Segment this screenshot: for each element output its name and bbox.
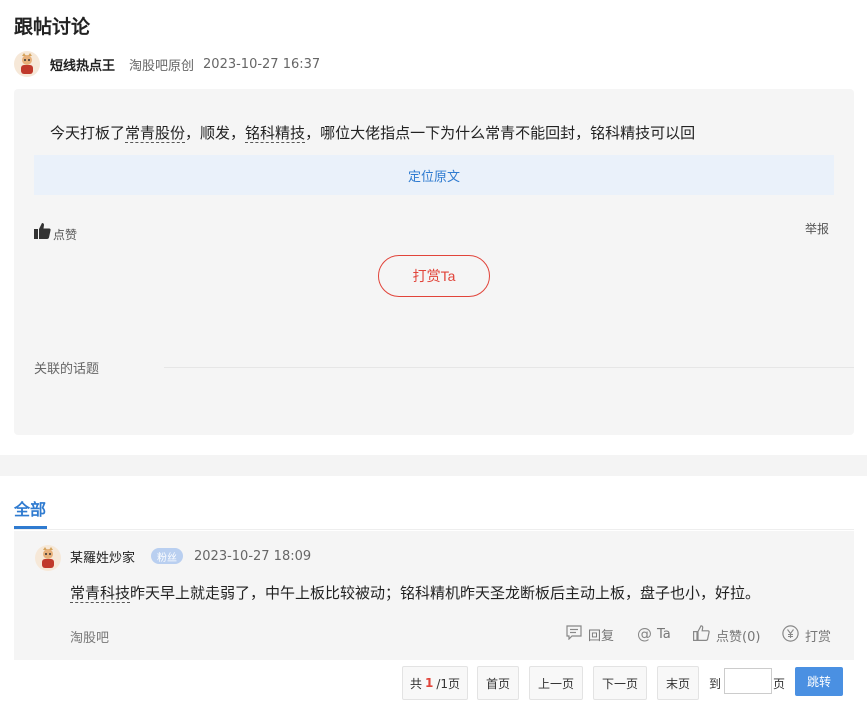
post-author-row: 短线热点王 淘股吧原创 2023-10-27 16:37	[14, 50, 320, 78]
comment-reward-button[interactable]: 打赏	[782, 625, 831, 646]
post-time: 2023-10-27 16:37	[203, 56, 321, 72]
comment-card: 某羅姓炒家 粉丝 2023-10-27 18:09 常青科技昨天早上就走弱了，中…	[14, 531, 854, 660]
stock-link[interactable]: 铭科精技	[245, 124, 306, 143]
comment-author-name[interactable]: 某羅姓炒家	[70, 547, 135, 566]
reply-button[interactable]: 回复	[566, 625, 614, 644]
post-author-name[interactable]: 短线热点王	[50, 55, 115, 74]
at-button[interactable]: @ Ta	[637, 625, 671, 643]
reward-button[interactable]: 打赏Ta	[378, 255, 490, 297]
page-total: 共 1/1页	[402, 666, 468, 700]
last-page-button[interactable]: 末页	[657, 666, 699, 700]
at-label: Ta	[657, 626, 671, 642]
divider	[164, 367, 854, 368]
comment-like-button[interactable]: 点赞(0)	[693, 625, 760, 645]
cartoon-avatar-icon[interactable]	[14, 51, 40, 77]
post-text: 今天打板了常青股份，顺发，铭科精技，哪位大佬指点一下为什么常青不能回封，铭科精技…	[50, 122, 695, 143]
page-total-prefix: 共	[409, 676, 422, 691]
post-text-part: ，哪位大佬指点一下为什么常青不能回封，铭科精技可以回	[305, 124, 696, 142]
comment-icon	[566, 625, 588, 644]
page-total-suffix: /1页	[436, 676, 461, 691]
thumbs-up-icon	[34, 223, 51, 243]
reply-label: 回复	[588, 629, 615, 644]
comment-text: 常青科技昨天早上就走弱了，中午上板比较被动；铭科精机昨天圣龙断板后主动上板，盘子…	[70, 582, 760, 603]
comment-reward-label: 打赏	[805, 630, 832, 645]
jump-button[interactable]: 跳转	[795, 667, 843, 696]
page-title: 跟帖讨论	[14, 16, 91, 38]
current-page: 1	[424, 676, 434, 690]
post-card: 今天打板了常青股份，顺发，铭科精技，哪位大佬指点一下为什么常青不能回封，铭科精技…	[14, 89, 854, 435]
at-icon: @	[637, 625, 652, 643]
locate-original-button[interactable]: 定位原文	[34, 155, 834, 195]
thumbs-up-icon	[693, 625, 716, 645]
goto-label: 到	[709, 677, 722, 691]
comment-like-label: 点赞(0)	[716, 629, 761, 645]
prev-page-button[interactable]: 上一页	[529, 666, 583, 700]
like-label: 点赞	[53, 228, 78, 242]
post-text-part: ，顺发，	[185, 124, 246, 142]
comment-text-part: 昨天早上就走弱了，中午上板比较被动；铭科精机昨天圣龙断板后主动上板，盘子也小，好…	[130, 584, 761, 602]
next-page-button[interactable]: 下一页	[593, 666, 647, 700]
tab-all[interactable]: 全部	[14, 496, 46, 520]
report-button[interactable]: 举报	[805, 220, 829, 237]
divider	[14, 529, 854, 530]
post-source: 淘股吧原创	[129, 58, 195, 74]
like-button[interactable]: 点赞	[34, 223, 77, 243]
comment-source: 淘股吧	[70, 631, 110, 646]
page-unit-label: 页	[773, 677, 786, 691]
post-text-part: 今天打板了	[50, 124, 126, 142]
cartoon-avatar-icon[interactable]	[35, 545, 61, 571]
stock-link[interactable]: 常青科技	[70, 584, 131, 603]
related-topics-label: 关联的话题	[34, 362, 100, 377]
section-separator	[0, 455, 867, 476]
comment-time: 2023-10-27 18:09	[194, 549, 312, 564]
fan-badge: 粉丝	[151, 548, 183, 564]
yen-icon	[782, 625, 805, 646]
page-number-input[interactable]	[724, 668, 772, 694]
first-page-button[interactable]: 首页	[477, 666, 519, 700]
stock-link[interactable]: 常青股份	[125, 124, 186, 143]
